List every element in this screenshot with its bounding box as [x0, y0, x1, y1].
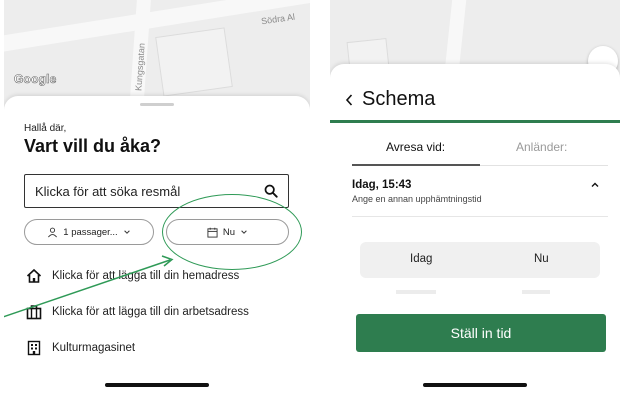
annotation-highlight-ellipse	[162, 194, 302, 270]
chevron-left-icon[interactable]	[344, 93, 354, 107]
home-indicator[interactable]	[423, 383, 527, 387]
passenger-selector[interactable]: 1 passager...	[24, 219, 154, 245]
picker-day-value[interactable]: Idag	[410, 253, 432, 265]
set-time-button[interactable]: Ställ in tid	[356, 314, 606, 352]
building-icon	[27, 340, 41, 356]
chevron-up-icon[interactable]	[590, 180, 600, 190]
right-phone-screen: Schema Avresa vid: Anländer: Idag, 15:43…	[330, 0, 620, 394]
google-logo: Google	[14, 72, 57, 87]
picker-faded-row	[396, 290, 436, 294]
time-picker-selection[interactable]	[360, 242, 600, 278]
map-building	[155, 27, 233, 97]
street-label-top: Södra Al	[260, 11, 296, 27]
header-accent-rule	[330, 120, 620, 123]
picker-faded-row	[522, 290, 550, 294]
home-icon	[26, 268, 42, 283]
greeting-text: Hallå där,	[24, 123, 67, 134]
page-title: Vart vill du åka?	[24, 136, 162, 156]
chevron-down-icon	[123, 230, 130, 234]
tab-depart[interactable]: Avresa vid:	[386, 140, 445, 154]
picker-time-value[interactable]: Nu	[534, 253, 549, 265]
selected-datetime[interactable]: Idag, 15:43	[352, 179, 411, 191]
list-item-kulturmagasinet[interactable]: Kulturmagasinet	[26, 340, 135, 356]
search-icon	[264, 184, 278, 198]
divider	[352, 216, 608, 217]
home-indicator[interactable]	[105, 383, 209, 387]
datetime-hint: Ange en annan upphämtningstid	[352, 194, 482, 204]
schedule-header: Schema	[344, 88, 435, 111]
sheet-grab-handle[interactable]	[140, 103, 174, 106]
list-item-label: Kulturmagasinet	[52, 342, 136, 354]
list-item-work-address[interactable]: Klicka för att lägga till din arbetsadre…	[26, 304, 249, 320]
tab-selected-indicator	[352, 164, 480, 166]
left-phone-screen: Södra Al Kungsgatan Google Hallå där, Va…	[4, 0, 310, 394]
page-title: Schema	[362, 88, 436, 110]
list-item-home-address[interactable]: Klicka för att lägga till din hemadress	[26, 268, 239, 284]
schedule-sheet: Schema Avresa vid: Anländer: Idag, 15:43…	[330, 64, 620, 394]
list-item-label: Klicka för att lägga till din hemadress	[52, 270, 240, 282]
tab-arrive[interactable]: Anländer:	[516, 140, 567, 154]
passenger-label: 1 passager...	[63, 226, 118, 238]
briefcase-icon	[26, 305, 42, 320]
list-item-label: Klicka för att lägga till din arbetsadre…	[52, 306, 249, 318]
person-icon	[48, 227, 58, 237]
